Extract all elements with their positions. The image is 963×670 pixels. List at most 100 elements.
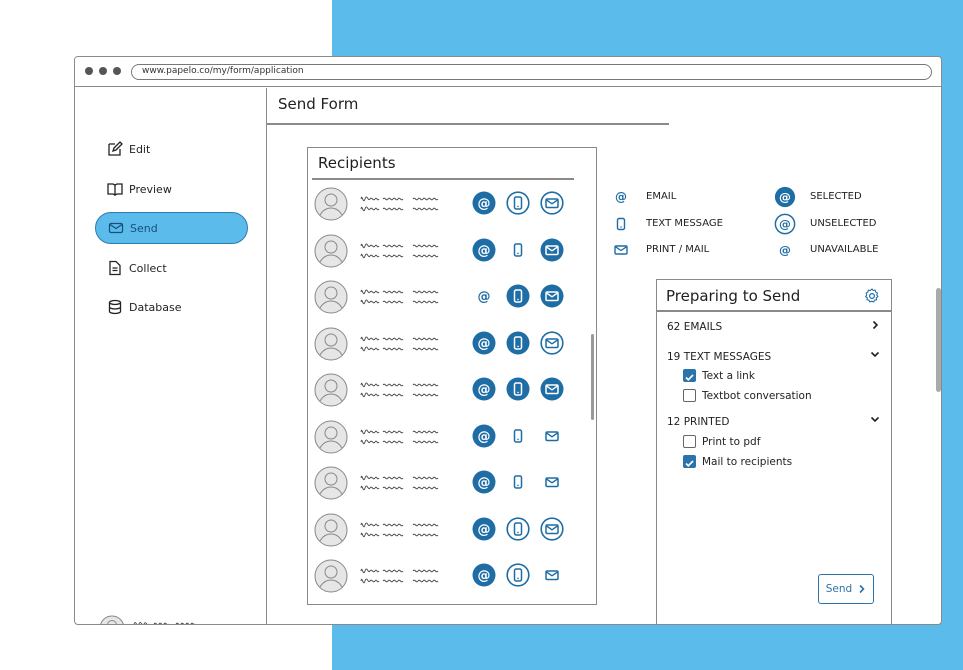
- checkbox-textbot-conversation[interactable]: [683, 389, 696, 402]
- avatar: [100, 615, 124, 624]
- phone-icon[interactable]: [506, 377, 530, 401]
- user-name-scribble: [133, 622, 196, 624]
- envelope-icon: [614, 245, 628, 255]
- checkbox-text-a-link[interactable]: [683, 369, 696, 382]
- document-icon: [107, 260, 123, 276]
- emails-count[interactable]: 62 EMAILS: [667, 321, 722, 333]
- phone-icon[interactable]: [506, 191, 530, 215]
- phone-icon[interactable]: [506, 424, 530, 448]
- window-control-dot[interactable]: [113, 67, 121, 75]
- at-icon[interactable]: @: [472, 191, 496, 215]
- legend-unselected-label: UNSELECTED: [810, 218, 877, 229]
- at-icon[interactable]: @: [472, 424, 496, 448]
- chevron-down-icon[interactable]: [870, 349, 880, 359]
- envelope-icon[interactable]: [540, 563, 564, 587]
- svg-text:@: @: [478, 476, 491, 491]
- user-menu[interactable]: [99, 613, 259, 625]
- checkmark-icon: [685, 460, 694, 468]
- recipient-row[interactable]: @: [314, 511, 574, 547]
- envelope-icon[interactable]: [540, 330, 564, 355]
- envelope-icon[interactable]: [540, 284, 564, 308]
- texts-count[interactable]: 19 TEXT MESSAGES: [667, 351, 771, 363]
- envelope-icon[interactable]: [540, 238, 564, 262]
- database-icon: [107, 299, 123, 315]
- gear-icon[interactable]: [863, 287, 881, 305]
- recipient-row[interactable]: @: [314, 325, 574, 361]
- option-label: Textbot conversation: [702, 390, 812, 402]
- at-icon[interactable]: @: [472, 470, 496, 494]
- avatar: [314, 234, 348, 267]
- recipients-panel: Recipients @ @ @ @ @ @ @ @ @: [307, 147, 597, 605]
- checkbox-mail-to-recipients[interactable]: [683, 455, 696, 468]
- sidebar-item-collect[interactable]: Collect: [95, 252, 248, 284]
- at-icon[interactable]: @: [472, 238, 496, 262]
- book-icon: [107, 181, 123, 197]
- recipient-row[interactable]: @: [314, 464, 574, 500]
- chevron-down-icon[interactable]: [235, 623, 245, 625]
- at-icon[interactable]: @: [472, 331, 496, 355]
- sidebar-item-label: Collect: [129, 261, 167, 275]
- envelope-icon[interactable]: [540, 191, 564, 215]
- preparing-panel: Preparing to Send 62 EMAILS 19 TEXT MESS…: [656, 279, 892, 624]
- send-button-label: Send: [825, 583, 853, 595]
- phone-icon[interactable]: [506, 331, 530, 355]
- printed-count[interactable]: 12 PRINTED: [667, 416, 729, 428]
- sidebar-item-label: Database: [129, 300, 182, 314]
- sidebar-item-send[interactable]: Send: [95, 212, 248, 244]
- recipient-row[interactable]: @: [314, 371, 574, 407]
- recipient-row[interactable]: @: [314, 418, 574, 454]
- divider: [312, 178, 574, 180]
- svg-text:@: @: [478, 336, 491, 351]
- phone-icon[interactable]: [506, 516, 530, 541]
- chevron-right-icon: [859, 584, 865, 594]
- checkbox-print-to-pdf[interactable]: [683, 435, 696, 448]
- window-control-dot[interactable]: [99, 67, 107, 75]
- svg-text:@: @: [478, 522, 491, 537]
- sidebar-item-label: Send: [130, 221, 158, 235]
- recipient-row[interactable]: @: [314, 278, 574, 314]
- url-bar[interactable]: www.papelo.co/my/form/application: [131, 64, 932, 80]
- phone-icon[interactable]: [506, 284, 530, 308]
- envelope-icon[interactable]: [540, 377, 564, 401]
- recipients-scrollbar[interactable]: [591, 334, 594, 420]
- recipient-row[interactable]: @: [314, 185, 574, 221]
- sidebar-item-database[interactable]: Database: [95, 291, 248, 323]
- svg-text:@: @: [478, 197, 491, 212]
- at-icon: @: [615, 190, 627, 204]
- sidebar: Edit Preview Send Collect Database: [75, 88, 267, 625]
- legend-unavailable-label: UNAVAILABLE: [810, 244, 879, 255]
- envelope-icon[interactable]: [540, 424, 564, 448]
- window-scrollbar[interactable]: [936, 288, 941, 392]
- at-icon[interactable]: @: [472, 284, 496, 308]
- svg-text:@: @: [478, 243, 491, 258]
- avatar: [314, 327, 348, 360]
- avatar: [314, 187, 348, 221]
- avatar: [314, 373, 348, 407]
- at-icon[interactable]: @: [472, 517, 496, 541]
- window-control-dot[interactable]: [85, 67, 93, 75]
- option-label: Mail to recipients: [702, 456, 793, 468]
- legend-selected-label: SELECTED: [810, 191, 862, 202]
- sidebar-item-preview[interactable]: Preview: [95, 173, 248, 205]
- recipient-name-scribble: [360, 289, 439, 305]
- recipient-name-scribble: [360, 475, 439, 491]
- chevron-down-icon[interactable]: [870, 414, 880, 424]
- phone-icon[interactable]: [506, 238, 530, 262]
- recipient-row[interactable]: @: [314, 557, 574, 593]
- page-title: Send Form: [278, 95, 359, 113]
- recipients-title: Recipients: [318, 154, 396, 172]
- recipient-name-scribble: [360, 521, 439, 537]
- phone-icon[interactable]: [506, 470, 530, 494]
- sidebar-item-edit[interactable]: Edit: [95, 133, 248, 165]
- at-icon[interactable]: @: [472, 563, 496, 587]
- envelope-icon[interactable]: [540, 470, 564, 494]
- svg-text:@: @: [478, 383, 491, 398]
- recipient-row[interactable]: @: [314, 232, 574, 268]
- chevron-right-icon[interactable]: [870, 320, 880, 330]
- envelope-icon[interactable]: [540, 516, 564, 541]
- at-icon[interactable]: @: [472, 377, 496, 401]
- unselected-state-icon: @: [774, 213, 796, 235]
- send-button[interactable]: Send: [818, 574, 874, 604]
- sidebar-item-label: Preview: [129, 182, 172, 196]
- phone-icon[interactable]: [506, 563, 530, 587]
